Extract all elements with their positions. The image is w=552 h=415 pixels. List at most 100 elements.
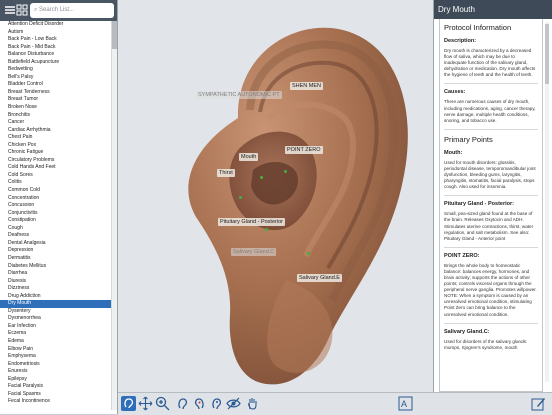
list-item[interactable]: Dizziness: [0, 285, 111, 293]
list-item[interactable]: Eczema: [0, 330, 111, 338]
ear-view-icon[interactable]: [121, 396, 136, 411]
divider: [444, 128, 538, 130]
right-ear-icon[interactable]: [192, 396, 207, 411]
ear-label-thirst[interactable]: Thirst: [217, 169, 235, 177]
list-item[interactable]: Common Cold: [0, 187, 111, 195]
ear-label-pituitary[interactable]: Pituitary Gland - Posterior: [218, 218, 285, 226]
list-item[interactable]: Endometriosis: [0, 361, 111, 369]
protocol-heading: Protocol Information: [444, 23, 512, 32]
acupoint-marker[interactable]: [284, 170, 287, 173]
list-item[interactable]: Enuresis: [0, 368, 111, 376]
causes-label: Causes:: [444, 89, 466, 96]
list-item[interactable]: Bell's Palsy: [0, 74, 111, 82]
ear-label-point-zero[interactable]: POINT ZERO: [285, 146, 323, 154]
ear-label-salivary-e[interactable]: Salivary Gland.E: [297, 274, 342, 282]
list-item[interactable]: Dry Mouth: [0, 300, 111, 308]
divider: [444, 195, 538, 197]
annotate-icon[interactable]: A: [398, 396, 413, 411]
condition-list[interactable]: Attention Deficit Disorder Autism Back Pai…: [0, 21, 111, 410]
list-item[interactable]: Cough: [0, 225, 111, 233]
sidebar-topbar: ⌕ Search List...: [0, 0, 117, 21]
description-text: Dry mouth is characterized by a decrease…: [444, 48, 536, 78]
ear-label-mouth[interactable]: Mouth: [239, 153, 259, 161]
acupoint-marker[interactable]: [265, 228, 268, 231]
list-item[interactable]: Cold Hands And Feet: [0, 164, 111, 172]
list-item[interactable]: Conjunctivitis: [0, 210, 111, 218]
acupoint-marker[interactable]: [260, 176, 263, 179]
panel-scroll-thumb[interactable]: [545, 24, 549, 84]
list-scrollbar[interactable]: [111, 21, 117, 410]
primary-points-list: Mouth: Used for mouth disorders: glossiti…: [444, 150, 538, 351]
list-item[interactable]: Circulatory Problems: [0, 157, 111, 165]
search-icon: ⌕: [34, 7, 38, 13]
list-item[interactable]: Dysentery: [0, 308, 111, 316]
list-item[interactable]: Breast Tumor: [0, 96, 111, 104]
ear-3d-view[interactable]: SHEN MEN SYMPATHETIC AUTONOMIC PT POINT …: [118, 0, 433, 392]
list-item[interactable]: Dysmenorrhea: [0, 315, 111, 323]
list-item[interactable]: Back Pain - Mid Back: [0, 44, 111, 52]
panel-scrollbar[interactable]: [545, 22, 549, 382]
list-item[interactable]: Constipation: [0, 217, 111, 225]
list-item[interactable]: Breast Tenderness: [0, 89, 111, 97]
protocol-panel: Dry Mouth Protocol Information Descripti…: [433, 0, 552, 392]
hide-icon[interactable]: [226, 396, 241, 411]
search-input[interactable]: ⌕ Search List...: [30, 3, 114, 18]
primary-points-heading: Primary Points: [444, 134, 493, 144]
ear-label-shen-men[interactable]: SHEN MEN: [290, 82, 324, 90]
list-item[interactable]: Colitis: [0, 179, 111, 187]
divider: [444, 83, 538, 85]
list-item[interactable]: Drug Addiction: [0, 293, 111, 301]
list-item[interactable]: Chicken Pox: [0, 142, 111, 150]
list-item[interactable]: Bladder Control: [0, 81, 111, 89]
list-item[interactable]: Diarrhea: [0, 270, 111, 278]
list-item[interactable]: Back Pain - Low Back: [0, 36, 111, 44]
panel-title: Dry Mouth: [434, 0, 552, 19]
acupoint-marker[interactable]: [239, 196, 242, 199]
list-item[interactable]: Broken Nose: [0, 104, 111, 112]
ear-label-salivary-c[interactable]: Salivary Gland.C: [231, 248, 277, 256]
left-ear-icon[interactable]: [175, 396, 190, 411]
ear-outline-icon[interactable]: [209, 396, 224, 411]
list-item[interactable]: Attention Deficit Disorder: [0, 21, 111, 29]
list-item[interactable]: Elbow Pain: [0, 346, 111, 354]
list-item[interactable]: Fecal Incontinence: [0, 398, 111, 406]
list-item[interactable]: Cancer: [0, 119, 111, 127]
list-item[interactable]: Facial Spasms: [0, 391, 111, 399]
point-description: Used for disorders of the salivary gland…: [444, 338, 528, 350]
list-item[interactable]: Concussion: [0, 202, 111, 210]
protocol-content[interactable]: Protocol Information Description: Dry mo…: [439, 19, 543, 392]
list-item[interactable]: Epilepsy: [0, 376, 111, 384]
list-item[interactable]: Depression: [0, 247, 111, 255]
grid-icon[interactable]: [15, 3, 29, 17]
notes-icon[interactable]: [531, 396, 546, 411]
list-item[interactable]: Chest Pain: [0, 134, 111, 142]
zoom-icon[interactable]: [155, 396, 170, 411]
point-description: Brings the whole body to homeostatic bal…: [444, 262, 537, 317]
list-item[interactable]: Edema: [0, 338, 111, 346]
divider: [444, 322, 538, 324]
list-item[interactable]: Chronic Fatigue: [0, 149, 111, 157]
list-item[interactable]: Dental Analgesia: [0, 240, 111, 248]
list-item[interactable]: Cold Sores: [0, 172, 111, 180]
list-item[interactable]: Autism: [0, 29, 111, 37]
acupoint-marker[interactable]: [307, 252, 310, 255]
list-item[interactable]: Deafness: [0, 232, 111, 240]
list-item[interactable]: Battlefield Acupuncture: [0, 59, 111, 67]
list-item[interactable]: Concentration: [0, 195, 111, 203]
list-item[interactable]: Facial Paralysis: [0, 383, 111, 391]
list-item[interactable]: Dermatitis: [0, 255, 111, 263]
list-item[interactable]: Diuresis: [0, 278, 111, 286]
list-scroll-thumb[interactable]: [112, 21, 117, 49]
list-item[interactable]: Bronchitis: [0, 112, 111, 120]
list-item[interactable]: Bedwetting: [0, 66, 111, 74]
hand-icon[interactable]: [245, 396, 260, 411]
ear-label-sympathetic[interactable]: SYMPATHETIC AUTONOMIC PT: [196, 91, 282, 99]
list-item[interactable]: Ear Infection: [0, 323, 111, 331]
list-item[interactable]: Emphysema: [0, 353, 111, 361]
list-item[interactable]: Diabetes Mellitus: [0, 263, 111, 271]
ear-model[interactable]: [118, 0, 433, 392]
pan-icon[interactable]: [138, 396, 153, 411]
causes-text: There are numerous causes of dry mouth, …: [444, 99, 536, 123]
list-item[interactable]: Balance Disturbance: [0, 51, 111, 59]
list-item[interactable]: Cardiac Arrhythmia: [0, 127, 111, 135]
